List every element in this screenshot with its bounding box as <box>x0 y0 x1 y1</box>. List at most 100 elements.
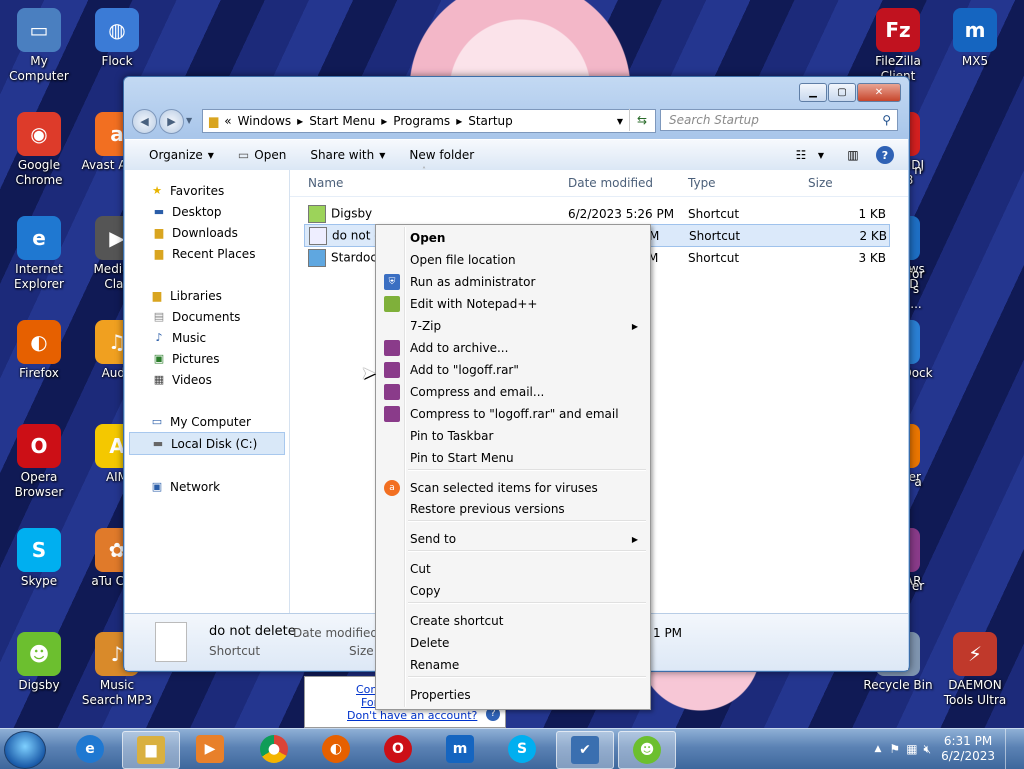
share-with-button[interactable]: Share with ▼ <box>298 148 397 162</box>
start-button[interactable] <box>4 731 46 769</box>
new-folder-button[interactable]: New folder <box>397 148 486 162</box>
desktop-icon-digsby[interactable]: ☻ Digsby <box>1 632 77 693</box>
taskbar-media-player[interactable]: ▶ <box>182 731 238 767</box>
view-options-icon[interactable]: ☷ <box>792 146 810 164</box>
nav-documents[interactable]: ▤ Documents <box>125 306 289 327</box>
menu-item-compress-to-logoff-rar-and-email[interactable]: Compress to "logoff.rar" and email <box>378 403 648 425</box>
recent-places-icon: ▆ <box>154 247 164 260</box>
menu-item-create-shortcut[interactable]: Create shortcut <box>378 610 648 632</box>
show-desktop-button[interactable] <box>1005 729 1018 769</box>
nav-local-disk[interactable]: ▬ Local Disk (C:) <box>129 432 285 455</box>
menu-item-copy[interactable]: Copy <box>378 580 648 602</box>
view-dropdown-icon[interactable]: ▼ <box>812 146 830 164</box>
create-account-link[interactable]: Don't have an account? <box>347 709 477 722</box>
menu-separator <box>408 469 646 471</box>
nav-videos[interactable]: ▦ Videos <box>125 369 289 390</box>
desktop-icon-label: Opera Browser <box>14 470 64 499</box>
taskbar-maxthon[interactable]: m <box>432 731 488 767</box>
opera-browser-icon: O <box>17 424 61 468</box>
organize-button[interactable]: Organize ▼ <box>137 148 226 162</box>
taskbar-firefox[interactable]: ◐ <box>308 731 364 767</box>
clock[interactable]: 6:31 PM 6/2/2023 <box>941 734 995 764</box>
desktop-icon-filezilla-client[interactable]: FzFileZilla Client <box>860 8 936 84</box>
menu-item-send-to[interactable]: Send to ▶ <box>378 528 648 550</box>
flag-icon[interactable]: ⚑ <box>889 742 900 756</box>
desktop-icon-firefox[interactable]: ◐ Firefox <box>1 320 77 381</box>
nav-network[interactable]: ▣ Network <box>125 476 289 497</box>
desktop-icon-opera-browser[interactable]: O Opera Browser <box>1 424 77 500</box>
menu-item-run-as-administrator[interactable]: ⛨ Run as administrator <box>378 271 648 293</box>
recent-pages-dropdown[interactable]: ▼ <box>186 116 192 125</box>
minimize-button[interactable]: ▁ <box>799 83 827 102</box>
nav-my-computer[interactable]: ▭ My Computer <box>125 411 289 432</box>
taskbar-internet-explorer[interactable]: e <box>62 731 118 767</box>
network-tray-icon[interactable]: ▦ <box>906 742 917 756</box>
desktop-icon-skype[interactable]: S Skype <box>1 528 77 589</box>
nav-recent-places[interactable]: ▆ Recent Places <box>125 243 289 264</box>
column-type[interactable]: Type <box>688 176 716 190</box>
desktop-icon-internet-explorer[interactable]: e Internet Explorer <box>1 216 77 292</box>
mx5-icon: m <box>953 8 997 52</box>
back-button[interactable]: ◀ <box>132 109 157 134</box>
nav-music[interactable]: ♪ Music <box>125 327 289 348</box>
menu-item-delete[interactable]: Delete <box>378 632 648 654</box>
address-bar[interactable]: ▆ « Windows ▸ Start Menu ▸ Programs ▸ St… <box>202 109 656 133</box>
menu-item-restore-previous-versions[interactable]: Restore previous versions <box>378 498 648 520</box>
taskbar-skype[interactable]: S <box>494 731 550 767</box>
address-dropdown-icon[interactable]: ▼ <box>617 117 623 126</box>
nav-desktop[interactable]: ▬ Desktop <box>125 201 289 222</box>
nav-pictures[interactable]: ▣ Pictures <box>125 348 289 369</box>
maximize-button[interactable]: ▢ <box>828 83 856 102</box>
open-button[interactable]: ▭ Open <box>226 148 298 162</box>
menu-item-rename[interactable]: Rename <box>378 654 648 676</box>
forward-button[interactable]: ▶ <box>159 109 184 134</box>
taskbar-windows-explorer[interactable]: ▆ <box>122 731 180 769</box>
filezilla-client-icon: Fz <box>876 8 920 52</box>
menu-item-pin-to-taskbar[interactable]: Pin to Taskbar <box>378 425 648 447</box>
menu-item-open[interactable]: Open <box>378 227 648 249</box>
column-name[interactable]: Name <box>308 176 343 190</box>
help-icon[interactable]: ? <box>876 146 894 164</box>
menu-item-add-to-archive[interactable]: Add to archive... <box>378 337 648 359</box>
menu-item-properties[interactable]: Properties <box>378 684 648 706</box>
menu-item-cut[interactable]: Cut <box>378 558 648 580</box>
volume-muted-icon[interactable]: 🔇︎ <box>924 742 932 757</box>
desktop-icon-label: Flock <box>101 54 133 68</box>
column-size[interactable]: Size <box>808 176 833 190</box>
search-icon[interactable]: ⚲ <box>882 113 891 127</box>
nav-favorites[interactable]: ★ Favorites <box>125 180 289 201</box>
desktop-icon-daemon-tools-ultra[interactable]: ⚡ DAEMON Tools Ultra <box>937 632 1013 708</box>
internet-explorer-icon: e <box>76 735 104 763</box>
nav-downloads[interactable]: ▆ Downloads <box>125 222 289 243</box>
menu-item-edit-with-notepad[interactable]: Edit with Notepad++ <box>378 293 648 315</box>
taskbar-digsby[interactable]: ☻ <box>618 731 676 769</box>
file-row-digsby[interactable]: Digsby 6/2/2023 5:26 PM Shortcut 1 KB <box>290 203 908 224</box>
column-date-modified[interactable]: Date modified <box>568 176 653 190</box>
breadcrumb-startup[interactable]: Startup <box>468 114 513 128</box>
menu-item-add-to-logoff-rar[interactable]: Add to "logoff.rar" <box>378 359 648 381</box>
desktop-icon-label: Music Search MP3 <box>81 678 153 707</box>
taskbar-app-active[interactable]: ✔ <box>556 731 614 769</box>
menu-item-scan-selected-items-for-viruses[interactable]: a Scan selected items for viruses <box>378 477 648 499</box>
details-date-label: Date modified: <box>293 626 383 640</box>
desktop-icon-google-chrome[interactable]: ◉ Google Chrome <box>1 112 77 188</box>
desktop-icon-flock[interactable]: ◍ Flock <box>79 8 155 69</box>
menu-item-7-zip[interactable]: 7-Zip ▶ <box>378 315 648 337</box>
breadcrumb-start-menu[interactable]: Start Menu <box>309 114 375 128</box>
menu-item-open-file-location[interactable]: Open file location <box>378 249 648 271</box>
taskbar-opera[interactable]: O <box>370 731 426 767</box>
taskbar-chrome[interactable]: ● <box>246 731 302 767</box>
menu-item-pin-to-start-menu[interactable]: Pin to Start Menu <box>378 447 648 469</box>
desktop-icon-my-computer[interactable]: ▭ My Computer <box>1 8 77 84</box>
breadcrumb-programs[interactable]: Programs <box>393 114 450 128</box>
overflow-chevron-icon[interactable]: « <box>224 114 231 128</box>
close-button[interactable]: ✕ <box>857 83 901 102</box>
menu-item-compress-and-email[interactable]: Compress and email... <box>378 381 648 403</box>
breadcrumb-windows[interactable]: Windows <box>238 114 292 128</box>
search-input[interactable]: Search Startup ⚲ <box>660 109 898 131</box>
desktop-icon-mx5[interactable]: m MX5 <box>937 8 1013 69</box>
nav-libraries[interactable]: ▆ Libraries <box>125 285 289 306</box>
refresh-icon[interactable]: ⇆ <box>629 109 654 131</box>
show-hidden-icons-icon[interactable]: ▲ <box>875 744 882 754</box>
preview-pane-icon[interactable]: ▥ <box>844 146 862 164</box>
